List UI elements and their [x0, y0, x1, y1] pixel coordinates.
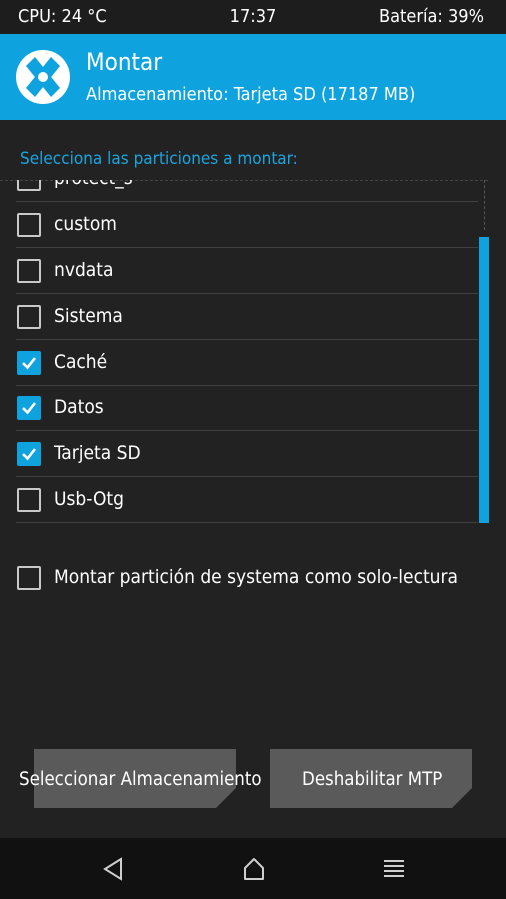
content-area: Selecciona las particiones a montar: pro…	[0, 120, 506, 838]
row-divider	[16, 522, 478, 523]
partition-checkbox[interactable]	[17, 396, 41, 420]
partition-label: custom	[54, 213, 117, 235]
list-scrollbar[interactable]	[479, 237, 489, 523]
partition-label: Tarjeta SD	[54, 442, 141, 464]
select-storage-label: Seleccionar Almacenamiento	[19, 769, 262, 790]
partition-checkbox[interactable]	[17, 442, 41, 466]
twrp-logo-icon	[16, 50, 70, 104]
check-icon	[22, 402, 37, 415]
list-frame	[484, 180, 485, 230]
partition-row[interactable]: Usb-Otg	[0, 477, 478, 523]
navigation-bar	[0, 838, 506, 899]
partition-row[interactable]: Sistema	[0, 294, 478, 340]
readonly-label: Montar partición de systema como solo-le…	[54, 566, 459, 588]
partition-checkbox[interactable]	[17, 305, 41, 329]
partition-label: protect_s	[54, 180, 133, 189]
page-title: Montar	[86, 48, 163, 76]
partition-checkbox[interactable]	[17, 351, 41, 375]
partition-label: nvdata	[54, 259, 114, 281]
check-icon	[22, 357, 37, 370]
partition-checkbox[interactable]	[17, 488, 41, 512]
partition-row[interactable]: custom	[0, 202, 478, 248]
partition-row[interactable]: Tarjeta SD	[0, 431, 478, 477]
partition-checkbox[interactable]	[17, 180, 41, 191]
status-bar: CPU: 24 °C 17:37 Batería: 39%	[0, 0, 506, 34]
partition-checkbox[interactable]	[17, 259, 41, 283]
battery-level: Batería: 39%	[378, 6, 484, 27]
home-icon[interactable]	[242, 856, 266, 882]
partition-label: Caché	[54, 351, 108, 373]
header: Montar Almacenamiento: Tarjeta SD (17187…	[0, 34, 506, 120]
readonly-checkbox[interactable]	[17, 566, 41, 590]
partition-row[interactable]: Caché	[0, 340, 478, 386]
disable-mtp-label: Deshabilitar MTP	[302, 769, 443, 790]
partition-label: Datos	[54, 396, 104, 418]
partition-label: Usb-Otg	[54, 488, 124, 510]
partition-row[interactable]: protect_s	[0, 180, 478, 202]
menu-icon[interactable]	[382, 856, 406, 882]
partition-list[interactable]: protect_s custom nvdata Sistema Caché	[0, 180, 506, 584]
partition-checkbox[interactable]	[17, 213, 41, 237]
back-icon[interactable]	[101, 856, 125, 882]
readonly-system-option[interactable]: Montar partición de systema como solo-le…	[0, 558, 506, 598]
partitions-title: Selecciona las particiones a montar:	[20, 149, 298, 169]
partition-label: Sistema	[54, 305, 123, 327]
storage-subtitle: Almacenamiento: Tarjeta SD (17187 MB)	[86, 84, 416, 105]
partition-row[interactable]: nvdata	[0, 248, 478, 294]
check-icon	[22, 448, 37, 461]
partition-row[interactable]: Datos	[0, 385, 478, 431]
